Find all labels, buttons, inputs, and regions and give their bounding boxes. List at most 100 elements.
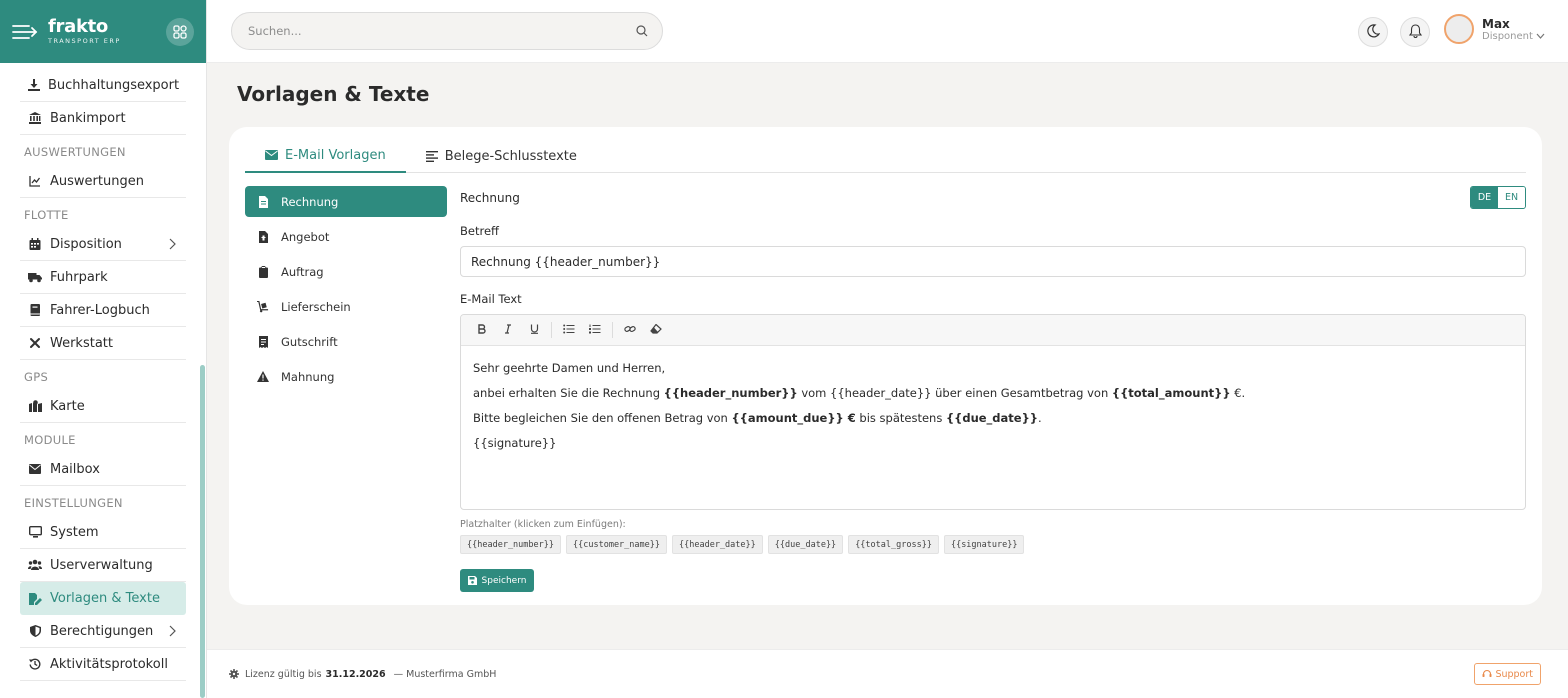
doc-item-label: Angebot: [281, 229, 330, 244]
templates-card: E-Mail Vorlagen Belege-Schlusstexte Rech…: [229, 127, 1542, 605]
doc-item-label: Rechnung: [281, 194, 339, 209]
save-icon: [467, 576, 477, 585]
doc-item-angebot[interactable]: Angebot: [245, 221, 447, 252]
file-edit-icon: [28, 592, 42, 606]
brand-logo[interactable]: frakto TRANSPORT ERP: [48, 18, 121, 45]
search-input[interactable]: [248, 24, 636, 38]
sidebar-item-label: Karte: [50, 398, 85, 414]
sidebar-scrollbar[interactable]: [200, 365, 205, 698]
doc-item-rechnung[interactable]: Rechnung: [245, 186, 447, 217]
link-button[interactable]: [619, 319, 641, 341]
document-type-list: Rechnung Angebot Auftrag Lieferschein Gu…: [245, 186, 447, 396]
sidebar-item-label: Auswertungen: [50, 173, 144, 189]
apps-grid-icon[interactable]: [166, 17, 194, 46]
sidebar-item-werkstatt[interactable]: Werkstatt: [20, 327, 186, 360]
sidebar-nav: Buchhaltungsexport Bankimport AUSWERTUNG…: [0, 63, 206, 681]
placeholder-chip[interactable]: {{header_number}}: [460, 535, 561, 554]
sidebar-item-fahrer-logbuch[interactable]: Fahrer-Logbuch: [20, 294, 186, 327]
tab-label: Belege-Schlusstexte: [444, 148, 577, 164]
toolbar-divider: [612, 322, 613, 338]
doc-item-lieferschein[interactable]: Lieferschein: [245, 291, 447, 322]
list-ol-icon: [589, 324, 601, 337]
chart-line-icon: [28, 174, 42, 188]
search-box: [231, 12, 663, 50]
sidebar-item-label: Werkstatt: [50, 335, 113, 351]
eraser-icon: [650, 323, 662, 337]
sidebar-item-label: Berechtigungen: [50, 623, 154, 639]
sidebar-item-berechtigungen[interactable]: Berechtigungen: [20, 615, 186, 648]
search-icon[interactable]: [636, 22, 648, 41]
tab-email-vorlagen[interactable]: E-Mail Vorlagen: [245, 139, 406, 173]
body-placeholder: {{amount_due}} €: [731, 411, 856, 425]
sidebar-item-disposition[interactable]: Disposition: [20, 228, 186, 261]
doc-item-label: Auftrag: [281, 264, 324, 279]
sidebar-item-label: Mailbox: [50, 461, 100, 477]
lang-en-button[interactable]: EN: [1498, 187, 1525, 208]
italic-icon: [504, 323, 512, 337]
envelope-icon: [28, 462, 42, 476]
brand-subtitle: TRANSPORT ERP: [48, 37, 121, 46]
gear-icon: [229, 669, 239, 679]
brand-name: frakto: [48, 16, 108, 38]
sidebar-item-mailbox[interactable]: Mailbox: [20, 453, 186, 486]
sidebar-item-label: Userverwaltung: [50, 557, 153, 573]
placeholder-chip[interactable]: {{due_date}}: [767, 535, 844, 554]
tab-bar: E-Mail Vorlagen Belege-Schlusstexte: [245, 139, 1526, 173]
underline-button[interactable]: [523, 319, 545, 341]
italic-button[interactable]: [497, 319, 519, 341]
chevron-right-icon: [168, 625, 176, 641]
menu-toggle-icon[interactable]: [12, 22, 38, 42]
headset-icon: [1482, 669, 1492, 679]
form-section-title: Rechnung: [460, 190, 520, 205]
placeholder-chip[interactable]: {{header_date}}: [672, 535, 763, 554]
tab-belege-schlusstexte[interactable]: Belege-Schlusstexte: [406, 139, 597, 173]
sidebar-item-label: Fuhrpark: [50, 269, 108, 285]
page-title: Vorlagen & Texte: [237, 82, 430, 106]
user-role: Disponent: [1482, 30, 1533, 42]
doc-item-mahnung[interactable]: Mahnung: [245, 361, 447, 392]
editor-content[interactable]: Sehr geehrte Damen und Herren, anbei erh…: [461, 346, 1525, 466]
file-icon: [257, 195, 269, 208]
sidebar-item-label: Vorlagen & Texte: [50, 591, 160, 606]
placeholder-chip[interactable]: {{total_gross}}: [848, 535, 939, 554]
dark-mode-toggle[interactable]: [1358, 17, 1388, 47]
sidebar-item-karte[interactable]: Karte: [20, 390, 186, 423]
body-text: vom {{header_date}} über einen Gesamtbet…: [797, 386, 1112, 400]
bullet-list-button[interactable]: [558, 319, 580, 341]
user-name: Max: [1482, 16, 1510, 31]
sidebar-item-label: Aktivitätsprotokoll: [50, 656, 168, 672]
users-icon: [28, 558, 42, 572]
calendar-icon: [28, 237, 42, 251]
doc-item-auftrag[interactable]: Auftrag: [245, 256, 447, 287]
sidebar-item-system[interactable]: System: [20, 516, 186, 549]
chevron-down-icon: [1536, 33, 1545, 39]
license-prefix: Lizenz gültig bis: [245, 668, 322, 680]
placeholder-chip[interactable]: {{customer_name}}: [566, 535, 667, 554]
support-button[interactable]: Support: [1474, 663, 1541, 685]
sidebar-item-vorlagen-texte[interactable]: Vorlagen & Texte: [20, 582, 186, 615]
sidebar-item-userverwaltung[interactable]: Userverwaltung: [20, 549, 186, 582]
sidebar-item-bankimport[interactable]: Bankimport: [20, 102, 186, 135]
list-ul-icon: [563, 324, 575, 337]
sidebar-item-auswertungen[interactable]: Auswertungen: [20, 165, 186, 198]
body-line: Sehr geehrte Damen und Herren,: [473, 356, 1513, 381]
sidebar-item-fuhrpark[interactable]: Fuhrpark: [20, 261, 186, 294]
bold-button[interactable]: [471, 319, 493, 341]
notifications-button[interactable]: [1400, 17, 1430, 47]
sidebar-item-label: Bankimport: [50, 110, 126, 126]
doc-item-label: Lieferschein: [281, 299, 351, 314]
sidebar-item-aktivitaetsprotokoll[interactable]: Aktivitätsprotokoll: [20, 648, 186, 681]
ordered-list-button[interactable]: [584, 319, 606, 341]
clear-format-button[interactable]: [645, 319, 667, 341]
sidebar-item-buchhaltungsexport[interactable]: Buchhaltungsexport: [20, 69, 186, 102]
lang-de-button[interactable]: DE: [1471, 187, 1498, 208]
placeholder-chip[interactable]: {{signature}}: [943, 535, 1025, 554]
truck-icon: [28, 270, 42, 284]
download-icon: [28, 78, 40, 92]
user-menu[interactable]: Max Disponent: [1444, 14, 1545, 44]
subject-field[interactable]: Rechnung {{header_number}}: [460, 246, 1526, 277]
clipboard-icon: [257, 265, 269, 278]
doc-item-gutschrift[interactable]: Gutschrift: [245, 326, 447, 357]
save-button[interactable]: Speichern: [460, 569, 534, 592]
doc-item-label: Mahnung: [281, 369, 335, 384]
